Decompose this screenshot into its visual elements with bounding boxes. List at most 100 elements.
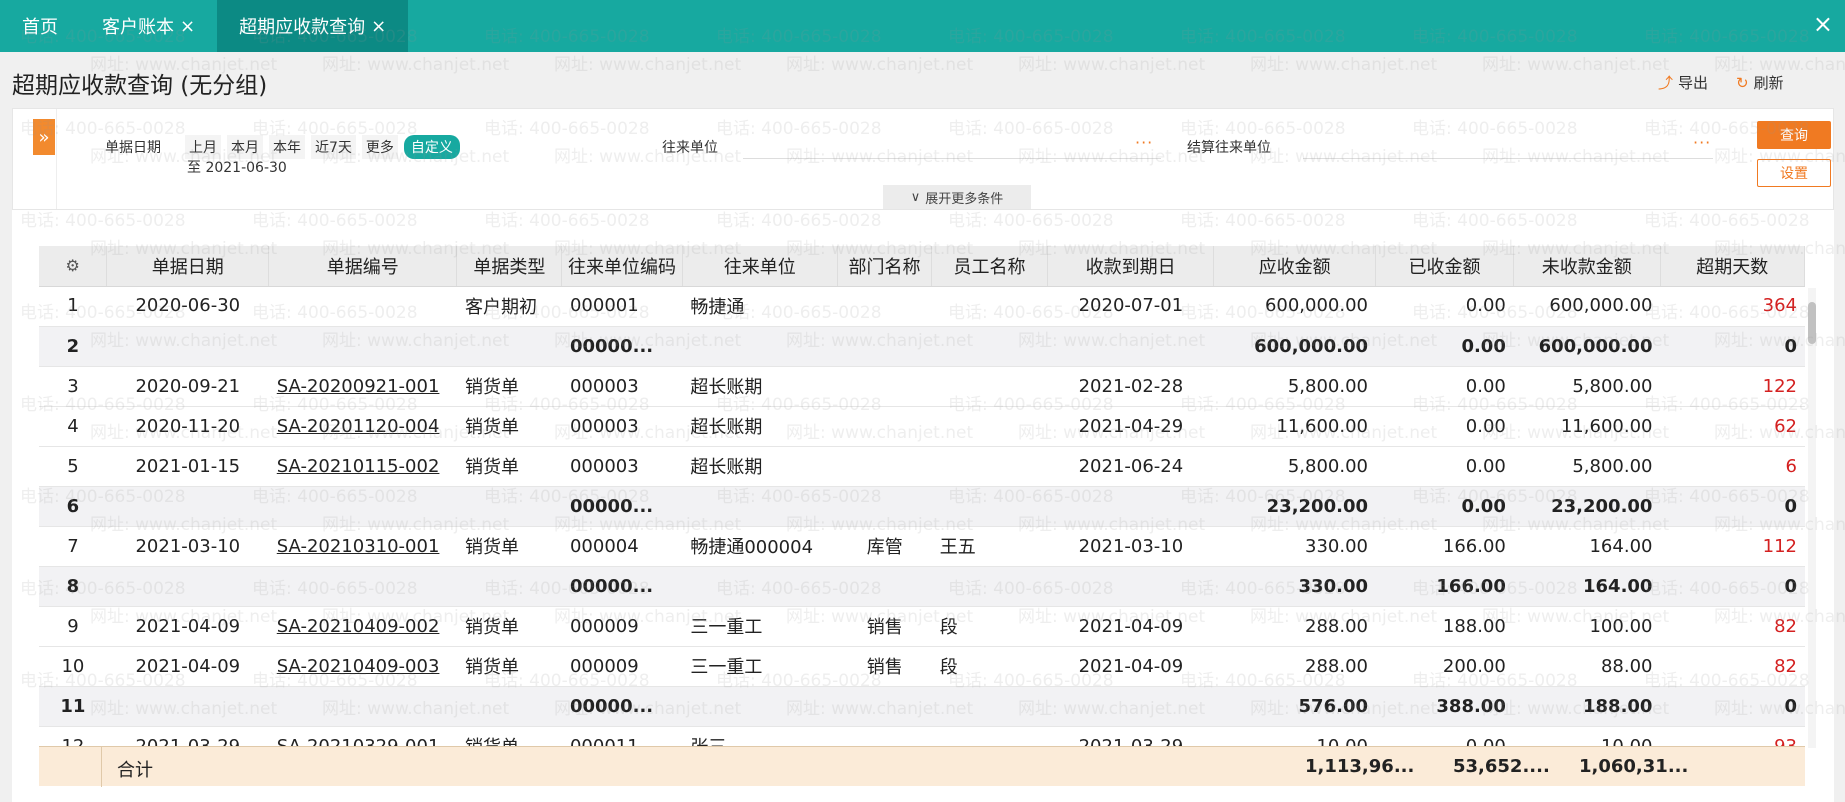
doc-number-cell[interactable]: SA-20210115-002 (268, 446, 457, 487)
doc-number-cell[interactable]: SA-20210409-002 (268, 606, 457, 647)
col-header-receivable[interactable]: 应收金额 (1213, 246, 1377, 287)
total-receivable: 1,113,96... (1305, 756, 1415, 777)
column-settings-header[interactable]: ⚙ (39, 246, 108, 287)
date-cell: 2020-09-21 (106, 366, 269, 407)
range-more[interactable]: 更多 (361, 135, 398, 159)
close-icon[interactable]: × (371, 16, 386, 37)
subtotal-row[interactable]: 2 00000... 600,000.00 0.00 600,000.00 0 (39, 326, 1805, 367)
refresh-icon: ↻ (1736, 73, 1749, 92)
scrollbar-thumb[interactable] (1808, 302, 1816, 344)
partner-input[interactable] (743, 133, 1161, 159)
range-this-month[interactable]: 本月 (227, 135, 263, 159)
col-header-due-date[interactable]: 收款到期日 (1047, 246, 1215, 287)
date-label: 单据日期 (105, 140, 161, 156)
table-row[interactable]: 5 2021-01-15 SA-20210115-002 销货单 000003 超长账期 2… (39, 446, 1805, 487)
row-number: 5 (39, 446, 107, 487)
expand-more-conditions-button[interactable]: ∨ 展开更多条件 (883, 185, 1031, 209)
collapse-sidebar-icon[interactable]: » (33, 119, 55, 155)
date-cell (106, 686, 269, 727)
partner-code-cell: 000003 (561, 366, 683, 407)
partner-cell: 三一重工 (682, 646, 838, 687)
receivable-cell: 10.00 (1214, 726, 1376, 746)
received-cell: 0.00 (1376, 406, 1514, 447)
doc-number-cell[interactable]: SA-20210409-003 (268, 646, 457, 687)
subtotal-row[interactable]: 8 00000... 330.00 166.00 164.00 0 (39, 566, 1805, 607)
received-cell: 388.00 (1376, 686, 1514, 727)
col-header-partner-code[interactable]: 往来单位编码 (561, 246, 683, 287)
tab-home[interactable]: 首页 (0, 0, 80, 52)
range-this-year[interactable]: 本年 (269, 135, 305, 159)
overdue-days-cell: 122 (1660, 366, 1805, 407)
doc-number-cell (268, 326, 457, 367)
doc-number-cell[interactable]: SA-20200921-001 (268, 366, 457, 407)
dept-cell (837, 326, 932, 367)
col-header-dept[interactable]: 部门名称 (837, 246, 933, 287)
tab-customer-ledger[interactable]: 客户账本 × (80, 0, 217, 52)
col-header-partner[interactable]: 往来单位 (682, 246, 838, 287)
overdue-days-cell: 364 (1660, 286, 1805, 327)
query-button[interactable]: 查询 (1757, 121, 1831, 149)
gear-icon[interactable]: ⚙ (65, 256, 79, 275)
employee-cell (931, 406, 1048, 447)
col-header-overdue-days[interactable]: 超期天数 (1660, 246, 1806, 287)
range-last-7-days[interactable]: 近7天 (311, 135, 356, 159)
range-custom[interactable]: 自定义 (403, 135, 460, 159)
table-row[interactable]: 4 2020-11-20 SA-20201120-004 销货单 000003 超长账期 2… (39, 406, 1805, 447)
partner-label: 往来单位 (662, 140, 718, 156)
refresh-button[interactable]: ↻ 刷新 (1736, 72, 1784, 93)
expand-label: 展开更多条件 (925, 191, 1004, 207)
receivable-cell: 330.00 (1214, 566, 1376, 607)
table-row[interactable]: 122021-03-29SA-20210329-001销货单000011张三20… (39, 726, 1805, 746)
partner-code-cell: 000004 (561, 526, 683, 567)
doc-number-cell[interactable]: SA-20210310-001 (268, 526, 457, 567)
doc-type-cell: 销货单 (456, 406, 562, 447)
doc-number-cell[interactable]: SA-20210329-001 (268, 726, 457, 746)
export-button[interactable]: ⤴ 导出 (1658, 72, 1708, 93)
tab-bar: 首页 客户账本 × 超期应收款查询 × × (0, 0, 1845, 52)
date-cell: 2020-06-30 (106, 286, 269, 327)
settle-partner-picker-icon[interactable]: ··· (1693, 133, 1711, 152)
table-row[interactable]: 1 2020-06-30 客户期初 000001 畅捷通 2020-07-01 600,00… (39, 286, 1805, 327)
due-date-cell: 2021-04-09 (1047, 646, 1215, 687)
due-date-cell: 2021-04-29 (1047, 406, 1215, 447)
settings-button[interactable]: 设置 (1757, 159, 1831, 187)
doc-type-cell (456, 326, 562, 367)
settle-partner-label: 结算往来单位 (1187, 140, 1271, 156)
tab-overdue-receivables[interactable]: 超期应收款查询 × (217, 0, 409, 52)
subtotal-row[interactable]: 11 00000... 576.00 388.00 188.00 0 (39, 686, 1805, 727)
tab-label: 客户账本 (102, 17, 174, 38)
employee-cell (931, 686, 1048, 727)
col-header-unreceived[interactable]: 未收款金额 (1513, 246, 1661, 287)
col-header-received[interactable]: 已收金额 (1375, 246, 1514, 287)
table-row[interactable]: 10 2021-04-09 SA-20210409-003 销货单 000009 三一重工… (39, 646, 1805, 687)
received-cell: 0.00 (1376, 366, 1514, 407)
close-icon[interactable]: × (180, 16, 195, 37)
col-header-doc-type[interactable]: 单据类型 (456, 246, 563, 287)
receivable-cell: 600,000.00 (1214, 326, 1376, 367)
received-cell: 0.00 (1376, 446, 1514, 487)
doc-type-cell: 客户期初 (456, 286, 562, 327)
partner-picker-icon[interactable]: ··· (1135, 133, 1153, 152)
doc-number-cell[interactable]: SA-20201120-004 (268, 406, 457, 447)
unreceived-cell: 100.00 (1513, 606, 1661, 647)
col-header-date[interactable]: 单据日期 (106, 246, 270, 287)
due-date-cell: 2021-04-09 (1047, 606, 1215, 647)
subtotal-row[interactable]: 6 00000... 23,200.00 0.00 23,200.00 0 (39, 486, 1805, 527)
settle-partner-input[interactable] (1303, 133, 1713, 159)
col-header-doc-number[interactable]: 单据编号 (268, 246, 458, 287)
table-row[interactable]: 7 2021-03-10 SA-20210310-001 销货单 000004 畅捷通00… (39, 526, 1805, 567)
vertical-scrollbar[interactable] (1808, 288, 1816, 748)
col-header-employee[interactable]: 员工名称 (931, 246, 1048, 287)
chevron-down-icon: ∨ (910, 189, 921, 205)
row-number: 2 (39, 326, 107, 367)
tab-label: 首页 (22, 17, 58, 38)
range-last-month[interactable]: 上月 (185, 135, 221, 159)
dept-cell (837, 446, 932, 487)
unreceived-cell: 164.00 (1513, 526, 1661, 567)
window-close-icon[interactable]: × (1813, 10, 1833, 38)
table-row[interactable]: 9 2021-04-09 SA-20210409-002 销货单 000009 三一重工销… (39, 606, 1805, 647)
employee-cell (931, 366, 1048, 407)
employee-cell (931, 566, 1048, 607)
table-row[interactable]: 3 2020-09-21 SA-20200921-001 销货单 000003 超长账期 2… (39, 366, 1805, 407)
dept-cell (837, 726, 932, 746)
